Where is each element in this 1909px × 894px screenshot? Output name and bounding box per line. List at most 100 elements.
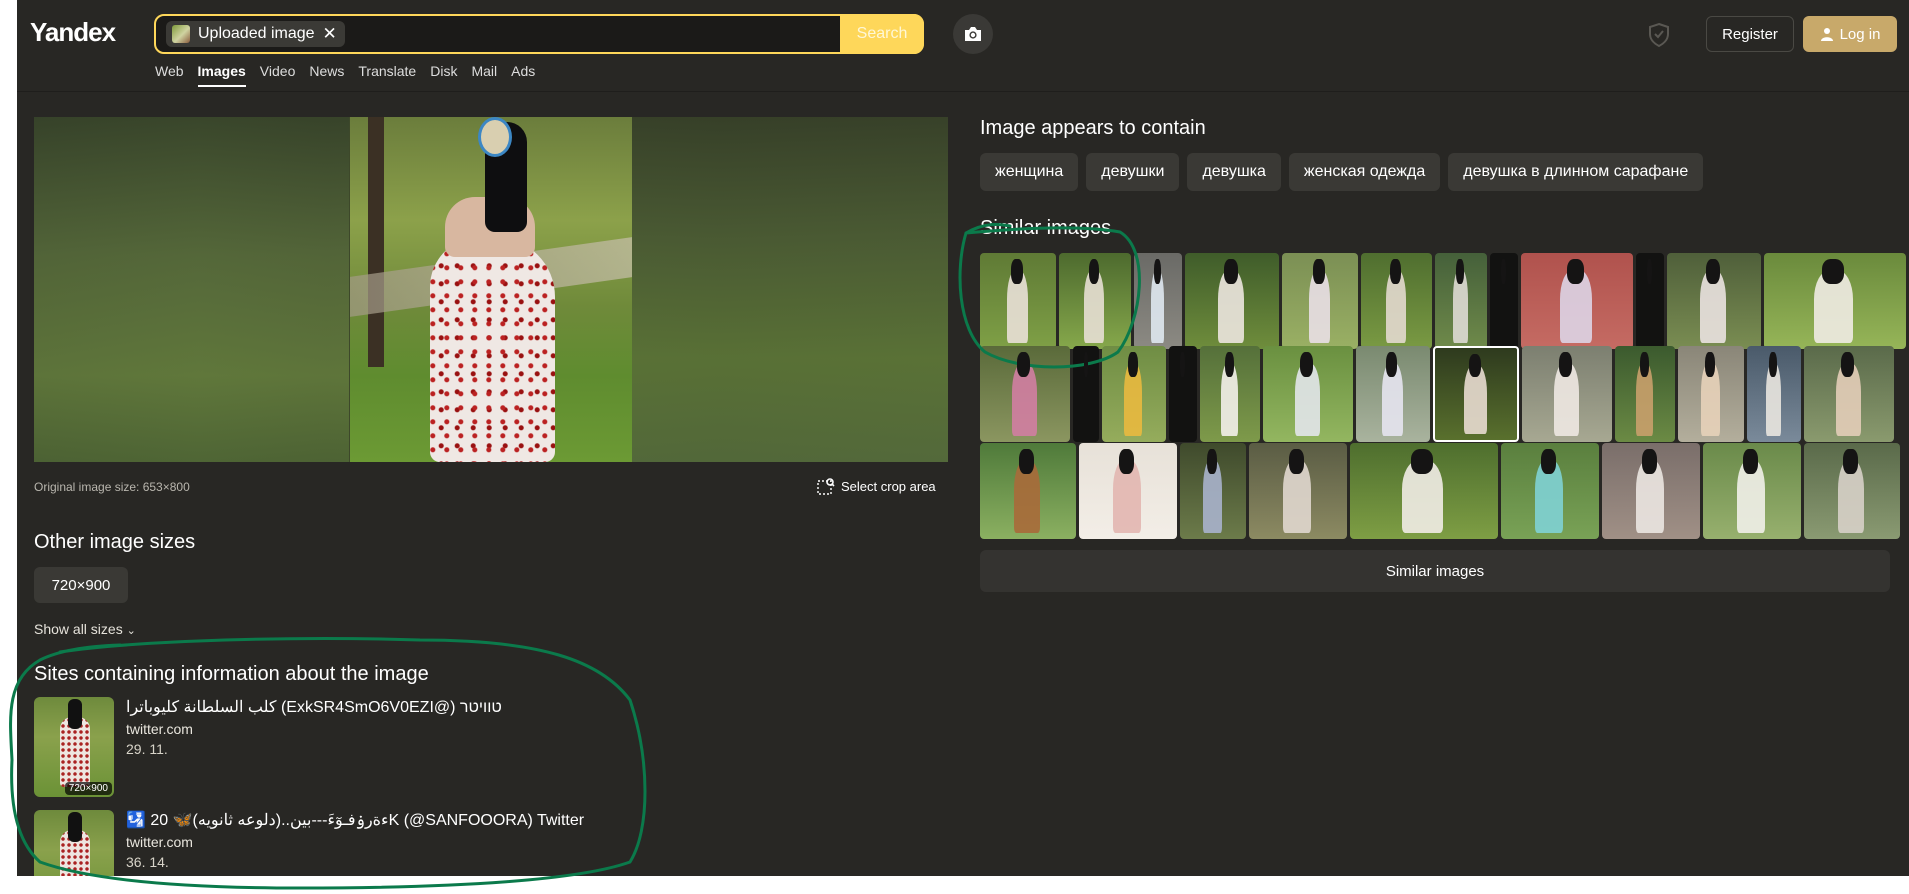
similar-image-thumbnail[interactable] <box>1602 443 1700 539</box>
similar-image-thumbnail[interactable] <box>1804 443 1900 539</box>
close-icon[interactable]: ✕ <box>323 24 337 44</box>
similar-image-thumbnail[interactable] <box>1263 346 1353 442</box>
similar-image-thumbnail[interactable] <box>1350 443 1498 539</box>
similar-image-thumbnail[interactable] <box>980 346 1070 442</box>
nav-disk[interactable]: Disk <box>430 63 457 87</box>
thumb-hair <box>68 812 82 842</box>
nav-web[interactable]: Web <box>155 63 184 87</box>
blurred-background-right <box>632 117 948 462</box>
similar-image-thumbnail[interactable] <box>1615 346 1675 442</box>
similar-image-thumbnail[interactable] <box>1134 253 1182 349</box>
similar-image-thumbnail[interactable] <box>980 443 1076 539</box>
similar-image-thumbnail[interactable] <box>1282 253 1358 349</box>
nav-images[interactable]: Images <box>197 63 246 87</box>
yandex-logo[interactable]: Yandex <box>30 17 116 48</box>
site-date: 29. 11. <box>126 741 168 757</box>
size-720x900-button[interactable]: 720×900 <box>34 567 128 603</box>
search-button[interactable]: Search <box>840 14 924 54</box>
similar-row <box>980 346 1894 442</box>
crop-icon <box>817 478 835 495</box>
similar-image-thumbnail[interactable] <box>1169 346 1197 442</box>
camera-search-button[interactable] <box>953 14 993 54</box>
camera-icon <box>965 27 981 41</box>
similar-image-thumbnail[interactable] <box>1667 253 1761 349</box>
original-image-size: Original image size: 653×800 <box>34 480 190 494</box>
similar-image-thumbnail[interactable] <box>1764 253 1906 349</box>
show-all-sizes-link[interactable]: Show all sizes ⌄ <box>34 621 136 637</box>
similar-image-thumbnail[interactable] <box>1102 346 1166 442</box>
similar-image-thumbnail[interactable] <box>1703 443 1801 539</box>
size-badge: 720×900 <box>64 782 112 795</box>
site-result[interactable]: 720×900 טוויטר (@ExkSR4SmO6V0EZI) كلب ال… <box>34 697 654 797</box>
login-button[interactable]: Log in <box>1803 16 1897 52</box>
chevron-down-icon: ⌄ <box>126 625 136 637</box>
similar-image-thumbnail[interactable] <box>1185 253 1279 349</box>
similar-image-thumbnail[interactable] <box>980 253 1056 349</box>
similar-images-heading: Similar images <box>980 217 1112 239</box>
similar-image-thumbnail[interactable] <box>1180 443 1246 539</box>
similar-image-thumbnail[interactable] <box>1073 346 1099 442</box>
nav-video[interactable]: Video <box>260 63 296 87</box>
site-date: 36. 14. <box>126 854 169 870</box>
similar-image-thumbnail[interactable] <box>1678 346 1744 442</box>
similar-row <box>980 253 1906 349</box>
tag-chip[interactable]: женская одежда <box>1288 153 1441 191</box>
sites-heading: Sites containing information about the i… <box>34 663 429 685</box>
similar-image-thumbnail[interactable] <box>1522 346 1612 442</box>
similar-image-thumbnail[interactable] <box>1501 443 1599 539</box>
site-thumbnail[interactable]: 720×900 <box>34 697 114 797</box>
image-contains-heading: Image appears to contain <box>980 117 1206 139</box>
site-title[interactable]: 🛂 20 🦋(دلوعه ثانويه)..ءةرۏفـوٓءَ---بين‌K… <box>126 810 584 830</box>
tree-trunk <box>368 117 384 367</box>
tag-list: женщина девушки девушка женская одежда д… <box>980 153 1704 191</box>
crop-label: Select crop area <box>841 478 936 494</box>
nav-ads[interactable]: Ads <box>511 63 535 87</box>
tag-chip[interactable]: женщина <box>980 153 1079 191</box>
show-all-label: Show all sizes <box>34 621 123 637</box>
other-sizes-heading: Other image sizes <box>34 531 196 553</box>
similar-image-thumbnail[interactable] <box>1747 346 1801 442</box>
uploaded-image-thumbnail <box>172 25 190 43</box>
uploaded-image-chip[interactable]: Uploaded image ✕ <box>166 21 345 47</box>
yandex-images-page: Yandex Uploaded image ✕ Search Register <box>17 0 1909 876</box>
nav-translate[interactable]: Translate <box>358 63 416 87</box>
search-box[interactable]: Uploaded image ✕ Search <box>154 14 924 54</box>
similar-images-button[interactable]: Similar images <box>980 550 1890 592</box>
face-mask-sticker <box>478 117 512 157</box>
similar-image-thumbnail[interactable] <box>1804 346 1894 442</box>
user-icon <box>1820 28 1833 41</box>
register-button[interactable]: Register <box>1706 16 1794 52</box>
uploaded-image-preview[interactable] <box>34 117 948 462</box>
photo-dress <box>430 237 555 462</box>
similar-image-thumbnail[interactable] <box>1356 346 1430 442</box>
uploaded-image-label: Uploaded image <box>198 25 315 42</box>
select-crop-area-button[interactable]: Select crop area <box>809 471 949 501</box>
tag-chip[interactable]: девушки <box>1086 153 1180 191</box>
similar-image-thumbnail[interactable] <box>1079 443 1177 539</box>
similar-image-thumbnail[interactable] <box>1249 443 1347 539</box>
similar-image-thumbnail[interactable] <box>1636 253 1664 349</box>
thumb-hair <box>68 699 82 729</box>
similar-image-thumbnail[interactable] <box>1490 253 1518 349</box>
similar-image-thumbnail[interactable] <box>1059 253 1131 349</box>
service-nav: Web Images Video News Translate Disk Mai… <box>155 63 535 87</box>
shield-icon[interactable] <box>1647 22 1671 48</box>
tag-chip[interactable]: девушка <box>1187 153 1281 191</box>
tag-chip[interactable]: девушка в длинном сарафане <box>1448 153 1704 191</box>
site-thumbnail[interactable] <box>34 810 114 876</box>
similar-image-thumbnail[interactable] <box>1433 346 1519 442</box>
login-label: Log in <box>1839 25 1881 43</box>
blurred-background-left <box>34 117 349 462</box>
uploaded-photo <box>350 117 632 462</box>
site-title[interactable]: טוויטר (@ExkSR4SmO6V0EZI) كلب السلطانة ك… <box>126 697 502 717</box>
nav-mail[interactable]: Mail <box>471 63 497 87</box>
site-host[interactable]: twitter.com <box>126 721 193 737</box>
similar-image-thumbnail[interactable] <box>1200 346 1260 442</box>
similar-image-thumbnail[interactable] <box>1435 253 1487 349</box>
nav-news[interactable]: News <box>309 63 344 87</box>
site-host[interactable]: twitter.com <box>126 834 193 850</box>
site-result[interactable]: 🛂 20 🦋(دلوعه ثانويه)..ءةرۏفـوٓءَ---بين‌K… <box>34 810 654 876</box>
similar-image-thumbnail[interactable] <box>1361 253 1432 349</box>
similar-row <box>980 443 1900 539</box>
similar-image-thumbnail[interactable] <box>1521 253 1633 349</box>
